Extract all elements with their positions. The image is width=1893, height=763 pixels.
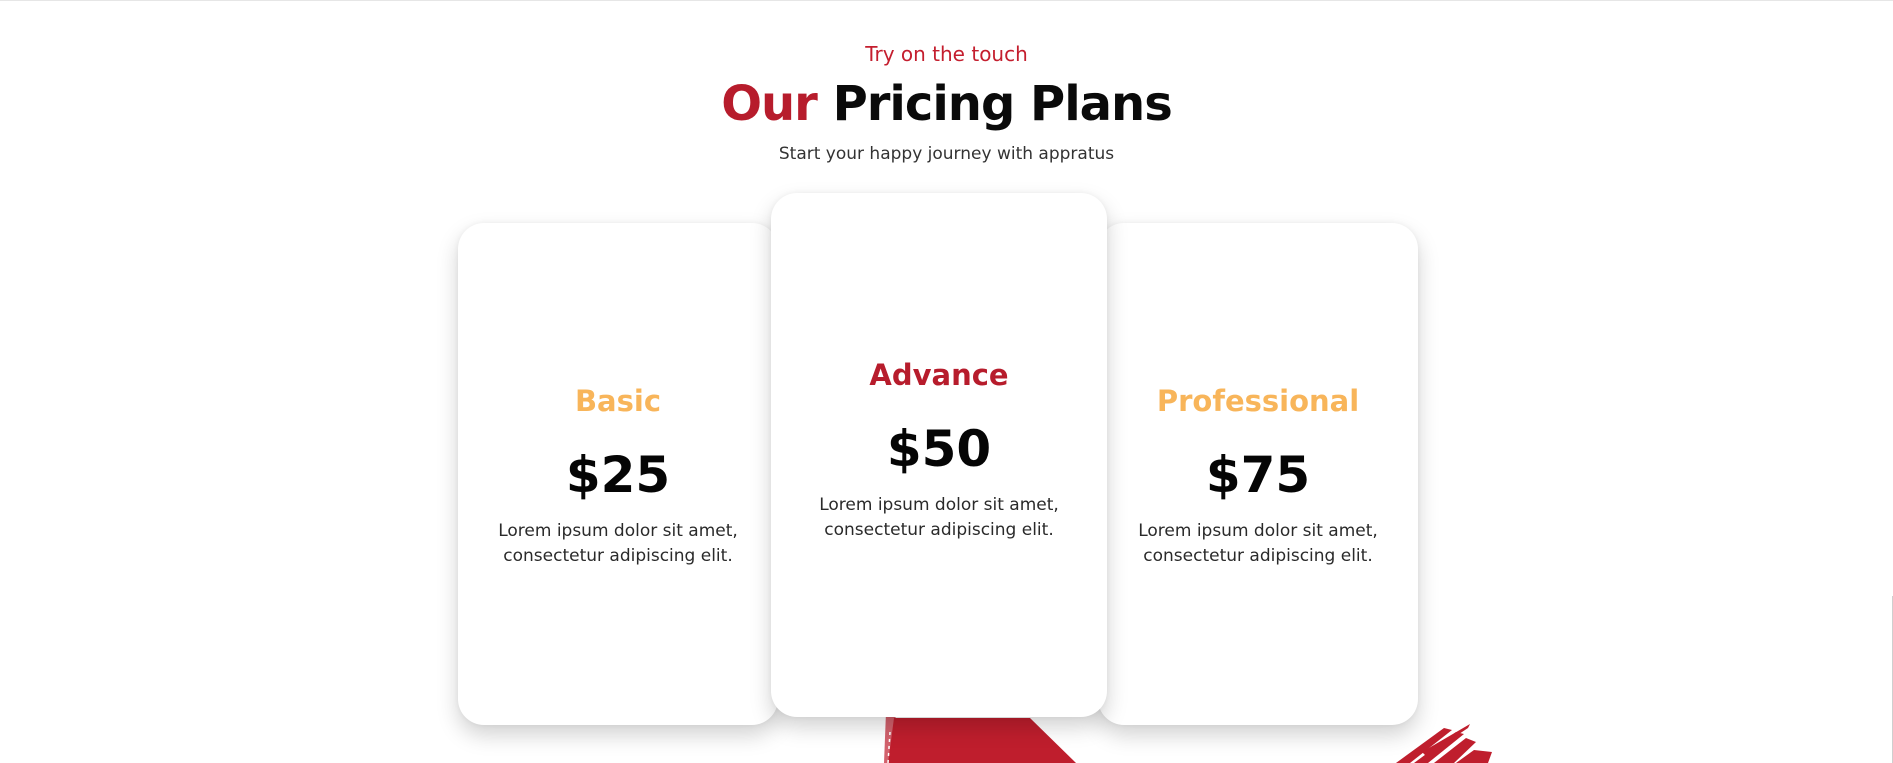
- red-brush-splash-shape: [1396, 724, 1492, 763]
- red-brush-stroke-shape: [884, 712, 1076, 763]
- plan-description-line: Lorem ipsum dolor sit amet,: [498, 521, 738, 541]
- plan-price: $25: [565, 446, 671, 504]
- plan-name: Advance: [869, 358, 1009, 392]
- plan-price: $50: [886, 420, 992, 478]
- plan-description: Lorem ipsum dolor sit amet, consectetur a…: [458, 519, 778, 569]
- plan-description: Lorem ipsum dolor sit amet, consectetur a…: [771, 493, 1107, 543]
- section-eyebrow: Try on the touch: [865, 42, 1028, 66]
- plan-description-line: Lorem ipsum dolor sit amet,: [819, 495, 1059, 515]
- section-title-accent: Our: [721, 76, 818, 132]
- pricing-card-advance[interactable]: Advance $50 Lorem ipsum dolor sit amet, c…: [771, 193, 1107, 717]
- pricing-card-professional[interactable]: Professional $75 Lorem ipsum dolor sit a…: [1098, 223, 1418, 725]
- top-divider: [0, 0, 1893, 1]
- plan-description-line: consectetur adipiscing elit.: [503, 546, 733, 566]
- plan-description: Lorem ipsum dolor sit amet, consectetur a…: [1098, 519, 1418, 569]
- section-subtitle: Start your happy journey with appratus: [778, 144, 1115, 164]
- pricing-card-content: Advance $50 Lorem ipsum dolor sit amet, c…: [771, 357, 1107, 543]
- pricing-card-content: Professional $75 Lorem ipsum dolor sit a…: [1098, 383, 1418, 569]
- plan-price: $75: [1205, 446, 1311, 504]
- plan-name: Professional: [1156, 384, 1360, 418]
- plan-description-line: Lorem ipsum dolor sit amet,: [1138, 521, 1378, 541]
- pricing-page: Try on the touch Our Pricing Plans Start…: [0, 0, 1893, 763]
- pricing-card-content: Basic $25 Lorem ipsum dolor sit amet, con…: [458, 383, 778, 569]
- plan-name: Basic: [574, 384, 662, 418]
- plan-description-line: consectetur adipiscing elit.: [1143, 546, 1373, 566]
- section-title: Our Pricing Plans: [0, 74, 1893, 134]
- pricing-card-basic[interactable]: Basic $25 Lorem ipsum dolor sit amet, con…: [458, 223, 778, 725]
- plan-description-line: consectetur adipiscing elit.: [824, 520, 1054, 540]
- pricing-header: Try on the touch Our Pricing Plans Start…: [0, 40, 1893, 166]
- section-title-rest: Pricing Plans: [832, 76, 1173, 132]
